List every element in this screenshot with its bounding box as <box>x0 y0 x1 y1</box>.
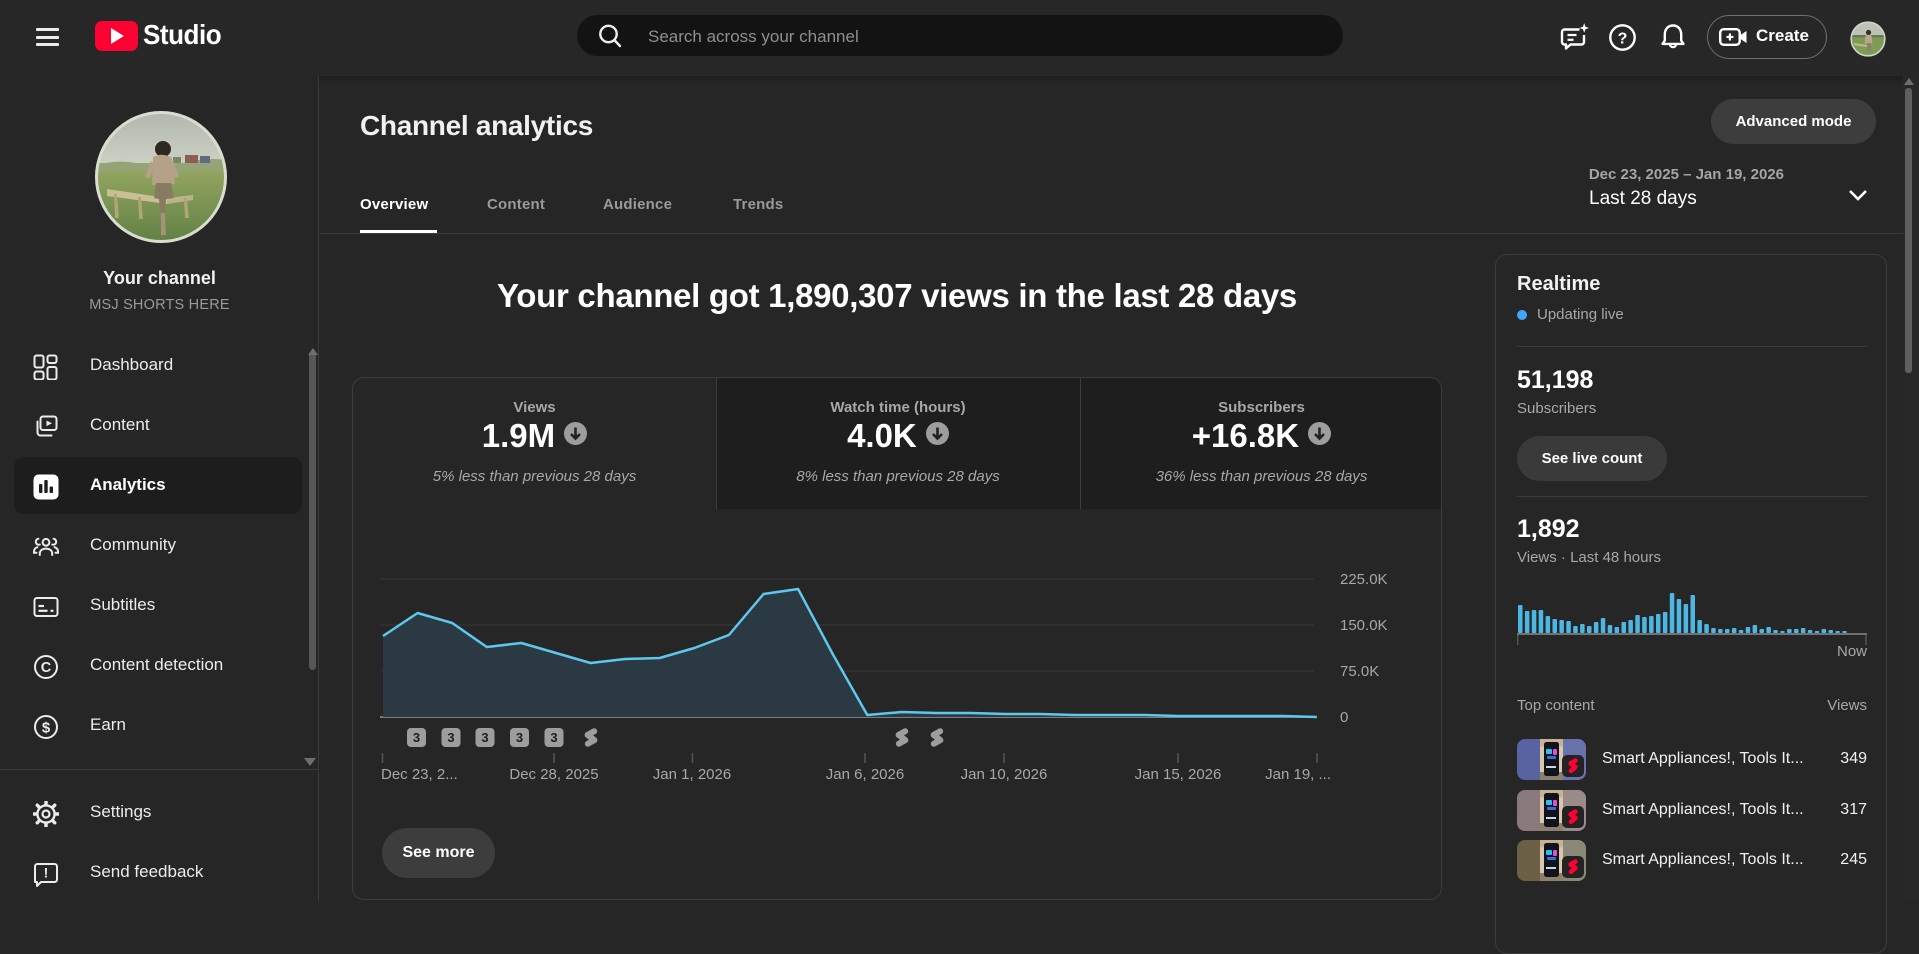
svg-text:75.0K: 75.0K <box>1340 663 1379 680</box>
svg-text:3: 3 <box>447 730 454 745</box>
svg-text:C: C <box>41 660 52 676</box>
svg-text:3: 3 <box>413 730 420 745</box>
svg-text:3: 3 <box>481 730 488 745</box>
svg-text:?: ? <box>1618 31 1628 48</box>
svg-text:225.0K: 225.0K <box>1340 571 1388 588</box>
svg-text:$: $ <box>42 719 51 736</box>
svg-text:150.0K: 150.0K <box>1340 617 1388 634</box>
svg-text:0: 0 <box>1340 709 1348 726</box>
svg-text:!: ! <box>44 865 49 881</box>
svg-text:3: 3 <box>516 730 523 745</box>
svg-text:3: 3 <box>550 730 557 745</box>
